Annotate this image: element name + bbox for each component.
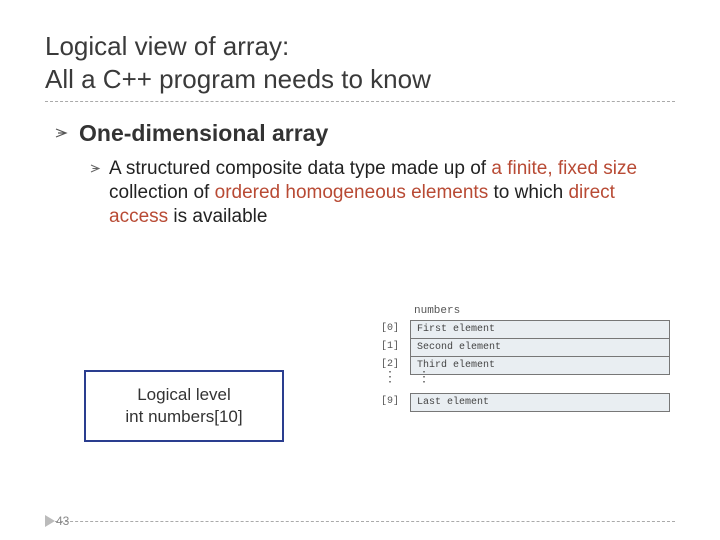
text-plain: collection of bbox=[109, 182, 215, 203]
diagram-cell: Last element bbox=[410, 393, 670, 412]
text-highlight: a finite, fixed size bbox=[491, 158, 637, 179]
section-heading: One-dimensional array bbox=[79, 120, 328, 147]
slide-title: Logical view of array: All a C++ program… bbox=[0, 0, 720, 101]
bullet-icon bbox=[90, 157, 101, 179]
diagram-row: [2] Third element bbox=[370, 356, 670, 375]
title-line-1: Logical view of array: bbox=[45, 31, 289, 61]
title-line-2: All a C++ program needs to know bbox=[45, 64, 431, 94]
page-arrow-icon bbox=[45, 514, 55, 532]
footer-divider bbox=[45, 521, 675, 522]
ellipsis-icon: ⋮ bbox=[410, 375, 431, 393]
diagram-index: [0] bbox=[370, 320, 410, 338]
diagram-row: [0] First element bbox=[370, 320, 670, 338]
bullet-level-2: A structured composite data type made up… bbox=[0, 147, 720, 228]
page-number: 43 bbox=[56, 514, 69, 528]
diagram-cell: First element bbox=[410, 320, 670, 338]
logical-box-line2: int numbers[10] bbox=[94, 406, 274, 428]
diagram-index: [1] bbox=[370, 338, 410, 356]
text-plain: is available bbox=[168, 206, 267, 227]
logical-level-box: Logical level int numbers[10] bbox=[84, 370, 284, 442]
text-highlight: ordered homogeneous elements bbox=[215, 182, 489, 203]
text-plain: A structured composite data type made up… bbox=[109, 158, 491, 179]
bullet-icon bbox=[55, 120, 69, 145]
bullet-level-1: One-dimensional array bbox=[0, 102, 720, 147]
definition-text: A structured composite data type made up… bbox=[109, 157, 660, 228]
diagram-row: [1] Second element bbox=[370, 338, 670, 356]
array-diagram: numbers [0] First element [1] Second ele… bbox=[370, 305, 670, 412]
diagram-index: [9] bbox=[370, 393, 410, 412]
text-plain: to which bbox=[488, 182, 568, 203]
diagram-header: numbers bbox=[410, 305, 670, 317]
diagram-cell: Second element bbox=[410, 338, 670, 356]
logical-box-line1: Logical level bbox=[94, 384, 274, 406]
ellipsis-icon: ⋮ bbox=[370, 375, 410, 393]
diagram-row: [9] Last element bbox=[370, 393, 670, 412]
slide-footer: 43 bbox=[0, 521, 720, 522]
diagram-ellipsis: ⋮ ⋮ bbox=[370, 375, 670, 393]
diagram-cell: Third element bbox=[410, 356, 670, 375]
